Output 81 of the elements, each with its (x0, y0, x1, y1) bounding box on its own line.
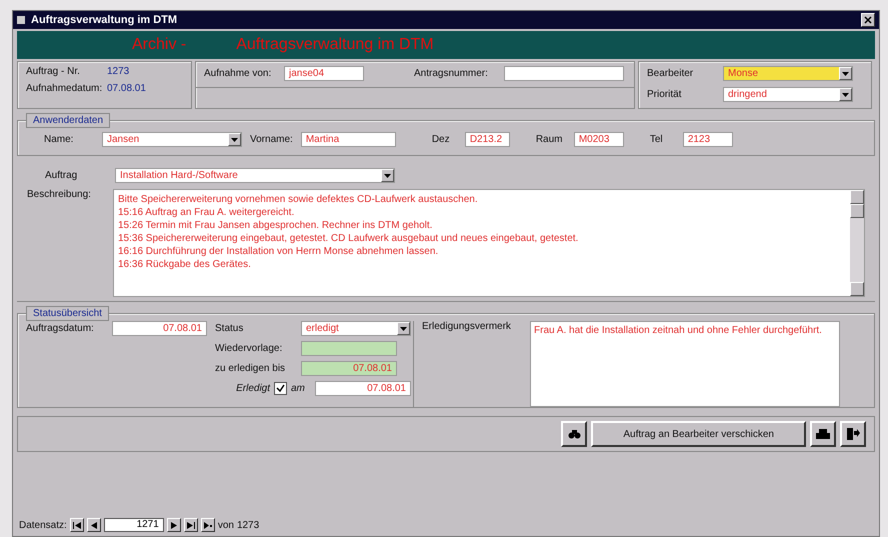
search-button[interactable] (561, 421, 588, 447)
input-field[interactable]: 2123 (682, 132, 733, 147)
description-text: Bitte Speichererweiterung vornehmen sowie defektes CD-Laufwerk austauschen. 15:16 Auftrag an Frau A. weitergereicht. 15:26 Termin mit Frau Jansen abgesprochen. Rechner ins DTM geholt. 15:36 Speichererweiterung eingebaut, getestet. CD Laufwerk ausgebaut und neues eingebaut, getestet. 16:16 Durchführung der Installation von Herrn Monse abnehmen lassen. 16:36 Rückgabe des Gerätes. (117, 193, 580, 272)
field-label: Auftrag - Nr. (26, 66, 81, 77)
description-box[interactable] (113, 189, 865, 297)
field-label: Wiedervorlage: (215, 343, 284, 354)
last-record-icon (186, 522, 195, 528)
editor-dropdown[interactable]: Monse (723, 66, 853, 81)
field-label: Priorität (647, 89, 682, 100)
field-label: Tel (650, 134, 664, 145)
remark-box[interactable]: Frau A. hat die Installation zeitnah und ohne Fehler durchgeführt. (530, 321, 840, 407)
caret-icon (400, 326, 407, 330)
banner-title: Auftragsverwaltung im DTM (236, 36, 434, 54)
field-label: Aufnahme von: (204, 68, 272, 79)
field-label: Auftrag (45, 170, 78, 181)
field-label: Aufnahmedatum: (26, 83, 101, 94)
field-label: am (291, 383, 306, 394)
group-legend: Anwenderdaten (26, 113, 110, 128)
input-field[interactable]: 07.08.01 (315, 381, 411, 396)
field-label: Status (215, 323, 244, 334)
previous-icon (90, 522, 98, 528)
combo-value: Monse (727, 68, 760, 79)
field-label: Erledigungsvermerk (422, 321, 512, 334)
nav-button[interactable] (184, 518, 198, 532)
field-label: zu erledigen bis (215, 363, 286, 374)
nav-button[interactable] (200, 518, 215, 532)
input-field[interactable]: D213.2 (464, 132, 510, 147)
field-label: Bearbeiter (647, 68, 694, 79)
record-field[interactable]: 1271 (104, 518, 164, 532)
field-label: Antragsnummer: (414, 68, 489, 79)
new-record-icon (204, 522, 212, 528)
group-legend: Statusübersicht (26, 306, 109, 321)
nav-button[interactable] (166, 518, 181, 532)
scrollbar[interactable] (850, 190, 864, 296)
input-field[interactable]: 07.08.01 (301, 361, 397, 376)
next-icon (170, 522, 178, 528)
exit-button[interactable] (840, 421, 866, 447)
caret-icon (842, 72, 849, 76)
combo-value: dringend (727, 89, 768, 100)
field-label: Name: (44, 134, 74, 145)
field-label: Datensatz: (19, 520, 67, 530)
combo-value: erledigt (305, 323, 340, 334)
send-button[interactable]: Auftrag an Bearbeiter verschicken (591, 421, 806, 447)
printer-icon (816, 428, 830, 440)
print-button[interactable] (810, 421, 836, 447)
input-field[interactable] (301, 341, 397, 356)
name-dropdown[interactable]: Jansen (102, 132, 242, 147)
priority-dropdown[interactable]: dringend (723, 87, 853, 102)
field-label: Raum (536, 134, 564, 145)
combo-value: Installation Hard-/Software (119, 170, 239, 181)
done-checkbox[interactable] (274, 382, 287, 395)
input-field[interactable]: M0203 (574, 132, 624, 147)
nav-button[interactable] (86, 518, 101, 532)
field-label: Beschreibung: (27, 189, 92, 200)
intake-date: 07.08.01 (107, 83, 146, 94)
exit-door-icon (846, 428, 860, 440)
binoculars-icon (568, 429, 581, 439)
field-label: von (218, 520, 234, 530)
close-icon (864, 16, 872, 24)
field-label: Erledigt (236, 383, 270, 394)
caret-icon (384, 174, 391, 178)
input-field[interactable]: Martina (300, 132, 396, 147)
field-label: Auftragsdatum: (26, 323, 95, 334)
field-label: Vorname: (250, 134, 293, 145)
input-field[interactable]: 07.08.01 (112, 321, 207, 336)
caret-icon (842, 92, 849, 96)
combo-value: Jansen (106, 134, 140, 145)
nav-button[interactable] (70, 518, 84, 532)
caret-icon (231, 138, 238, 142)
order-number: 1273 (107, 66, 130, 77)
window-title: Auftragsverwaltung im DTM (31, 14, 178, 26)
record-total: 1273 (236, 520, 260, 530)
app-icon (17, 16, 25, 24)
field-label: Dez (432, 134, 451, 145)
order-dropdown[interactable]: Installation Hard-/Software (115, 168, 395, 183)
banner-prefix: Archiv - (132, 36, 186, 54)
first-record-icon (72, 522, 81, 528)
status-dropdown[interactable]: erledigt (301, 321, 411, 336)
input-field[interactable]: janse04 (284, 66, 364, 81)
input-field[interactable] (504, 66, 624, 81)
close-button[interactable] (861, 13, 875, 27)
